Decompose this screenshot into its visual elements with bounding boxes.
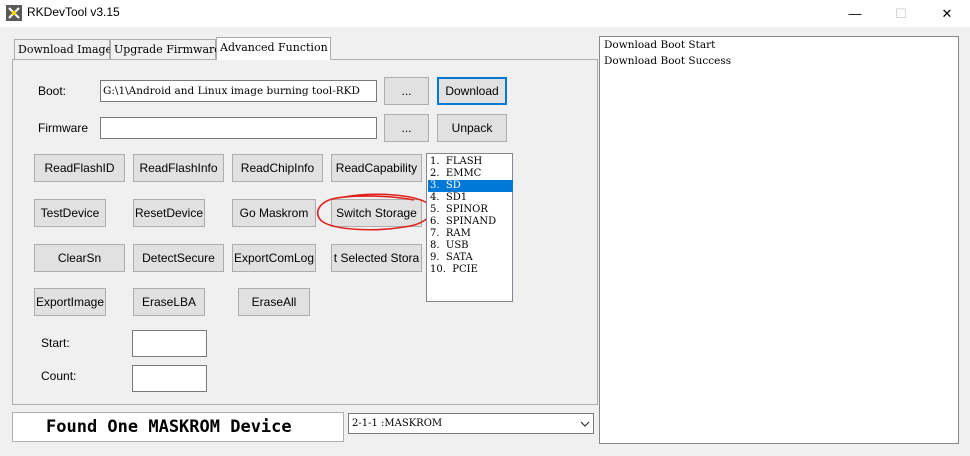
window-title: RKDevTool v3.15 [27, 5, 120, 19]
maximize-button[interactable]: ☐ [878, 0, 924, 27]
storage-item-spinor[interactable]: 5. SPINOR [428, 204, 513, 216]
count-field[interactable] [132, 365, 207, 392]
firmware-path-field[interactable] [100, 117, 377, 139]
storage-item-sd[interactable]: 3. SD [428, 180, 513, 192]
tab-advanced-function[interactable]: Advanced Function [216, 37, 331, 60]
start-field[interactable] [132, 330, 207, 357]
app-icon [6, 5, 22, 21]
erase-lba-button[interactable]: EraseLBA [133, 288, 205, 316]
minimize-button[interactable]: — [832, 0, 878, 27]
maximize-icon: ☐ [895, 5, 907, 21]
get-selected-storage-button[interactable]: t Selected Stora [331, 244, 422, 272]
boot-label: Boot: [38, 84, 67, 98]
test-device-button[interactable]: TestDevice [34, 199, 106, 227]
minimize-icon: — [848, 6, 862, 21]
export-com-log-button[interactable]: ExportComLog [232, 244, 316, 272]
firmware-label: Firmware [38, 121, 88, 135]
start-label: Start: [41, 336, 70, 350]
storage-item-spinand[interactable]: 6. SPINAND [428, 216, 513, 228]
storage-item-flash[interactable]: 1. FLASH [428, 156, 513, 168]
read-capability-button[interactable]: ReadCapability [331, 154, 422, 182]
log-line: Download Boot Start [604, 39, 716, 51]
chevron-down-icon[interactable] [578, 413, 592, 434]
storage-item-sd1[interactable]: 4. SD1 [428, 192, 513, 204]
reset-device-button[interactable]: ResetDevice [133, 199, 205, 227]
count-label: Count: [41, 369, 77, 383]
log-line: Download Boot Success [604, 55, 732, 67]
close-button[interactable]: ✕ [924, 0, 970, 27]
storage-item-sata[interactable]: 9. SATA [428, 252, 513, 264]
read-chip-info-button[interactable]: ReadChipInfo [232, 154, 323, 182]
detect-secure-button[interactable]: DetectSecure [133, 244, 224, 272]
erase-all-button[interactable]: EraseAll [238, 288, 310, 316]
storage-item-pcie[interactable]: 10. PCIE [428, 264, 513, 276]
unpack-button[interactable]: Unpack [437, 114, 507, 142]
export-image-button[interactable]: ExportImage [34, 288, 106, 316]
firmware-browse-button[interactable]: ... [384, 114, 429, 142]
title-bar [0, 0, 970, 27]
annotation-circle [316, 193, 433, 231]
storage-list[interactable]: 1. FLASH 2. EMMC 3. SD 4. SD1 5. SPINOR … [426, 153, 513, 302]
tab-download-image[interactable]: Download Image [14, 39, 112, 59]
read-flash-info-button[interactable]: ReadFlashInfo [133, 154, 224, 182]
close-icon: ✕ [941, 5, 953, 21]
read-flash-id-button[interactable]: ReadFlashID [34, 154, 125, 182]
download-button[interactable]: Download [437, 77, 507, 105]
go-maskrom-button[interactable]: Go Maskrom [232, 199, 316, 227]
log-panel[interactable]: Download Boot Start Download Boot Succes… [599, 36, 959, 444]
status-message: Found One MASKROM Device [46, 417, 292, 437]
boot-browse-button[interactable]: ... [384, 77, 429, 105]
boot-path-field[interactable]: G:\1\Android and Linux image burning too… [100, 80, 377, 102]
device-select[interactable]: 2-1-1 :MASKROM [348, 413, 594, 434]
clear-sn-button[interactable]: ClearSn [34, 244, 125, 272]
storage-item-emmc[interactable]: 2. EMMC [428, 168, 513, 180]
storage-item-usb[interactable]: 8. USB [428, 240, 513, 252]
storage-item-ram[interactable]: 7. RAM [428, 228, 513, 240]
tab-upgrade-firmware[interactable]: Upgrade Firmware [110, 39, 221, 59]
